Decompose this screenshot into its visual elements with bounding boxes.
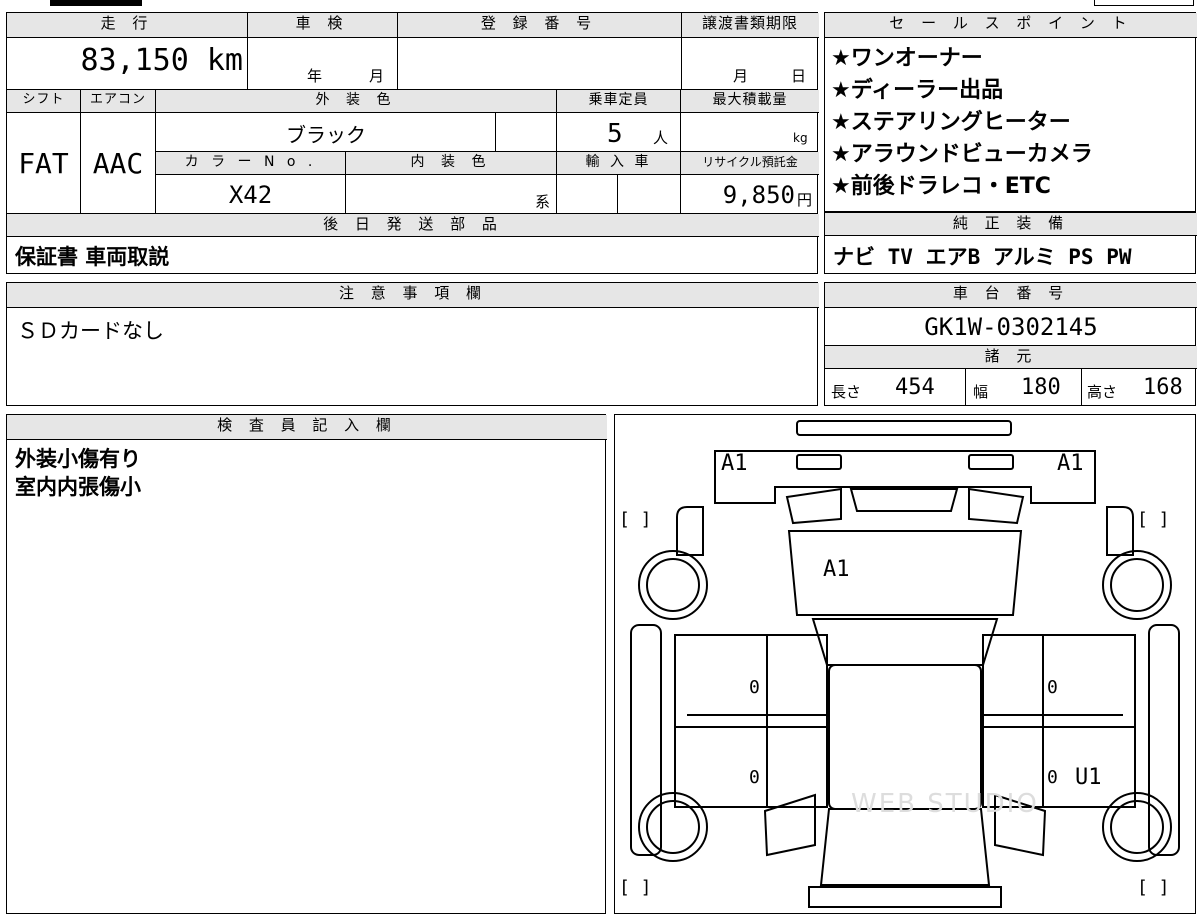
car-diagram-box: A1 A1 A1 0 0 0 0 U1 [ ] [ ] [ ] [ ] WEB … bbox=[614, 414, 1196, 914]
notes-label: 注 意 事 項 欄 bbox=[7, 283, 819, 308]
sales-label: セ ー ル ス ポ イ ン ト bbox=[825, 13, 1197, 38]
sales-point-box: セ ー ル ス ポ イ ン ト ★ワンオーナー ★ディーラー出品 ★ステアリング… bbox=[824, 12, 1197, 212]
shift-label: シフト bbox=[7, 90, 80, 113]
inspection-label: 車 検 bbox=[247, 13, 397, 38]
transfer-day: 日 bbox=[791, 67, 807, 85]
chassis-box: 車 台 番 号 GK1W-0302145 諸 元 長さ 454 幅 180 高さ… bbox=[824, 282, 1197, 406]
mark-hood: A1 bbox=[823, 557, 850, 582]
transfer-month: 月 bbox=[733, 67, 749, 85]
colorno-value: X42 bbox=[228, 181, 273, 209]
specs-label: 諸 元 bbox=[825, 346, 1197, 369]
length-label: 長さ bbox=[831, 383, 862, 401]
inspector-box: 検 査 員 記 入 欄 外装小傷有り 室内内張傷小 bbox=[6, 414, 607, 914]
sales-point-1: ★ワンオーナー bbox=[831, 46, 983, 71]
shipping-label: 後 日 発 送 部 品 bbox=[7, 214, 819, 237]
capacity-value: 5 bbox=[607, 119, 623, 149]
maxload-label: 最大積載量 bbox=[681, 90, 819, 113]
mark-right-front-door: 0 bbox=[1047, 677, 1058, 698]
interior-suffix: 系 bbox=[535, 193, 551, 211]
mark-right-rear: U1 bbox=[1075, 765, 1102, 790]
mark-front-right: A1 bbox=[1057, 451, 1084, 476]
equipment-label: 純 正 装 備 bbox=[825, 213, 1197, 236]
bracket-bottom-right: [ ] bbox=[1137, 877, 1170, 898]
mileage-value: 83,150 km bbox=[80, 43, 243, 78]
transfer-label: 譲渡書類期限 bbox=[681, 13, 819, 38]
inspection-month: 月 bbox=[369, 67, 385, 85]
sales-point-5: ★前後ドラレコ・ETC bbox=[831, 174, 1051, 199]
car-diagram bbox=[630, 420, 1180, 908]
inspection-year: 年 bbox=[307, 67, 323, 85]
width-value: 180 bbox=[1021, 375, 1061, 400]
import-label: 輸 入 車 bbox=[557, 152, 680, 175]
registration-label: 登 録 番 号 bbox=[397, 13, 681, 38]
mileage-label: 走 行 bbox=[7, 13, 247, 38]
bracket-top-right: [ ] bbox=[1137, 509, 1170, 530]
bracket-bottom-left: [ ] bbox=[619, 877, 652, 898]
mark-left-rear-door: 0 bbox=[749, 767, 760, 788]
mark-front-left: A1 bbox=[721, 451, 748, 476]
top-tab-right bbox=[1094, 0, 1194, 6]
mark-left-front-door: 0 bbox=[749, 677, 760, 698]
colorno-label: カ ラ ー N o . bbox=[156, 152, 345, 175]
watermark: WEB STUDIO bbox=[851, 789, 1039, 819]
length-value: 454 bbox=[895, 375, 935, 400]
recycle-unit: 円 bbox=[797, 191, 813, 209]
bracket-top-left: [ ] bbox=[619, 509, 652, 530]
sales-point-3: ★ステアリングヒーター bbox=[831, 110, 1071, 135]
chassis-value: GK1W-0302145 bbox=[924, 313, 1098, 341]
inspector-line-1: 外装小傷有り bbox=[15, 447, 141, 471]
inspector-label: 検 査 員 記 入 欄 bbox=[7, 415, 607, 440]
aircon-value: AAC bbox=[92, 147, 144, 180]
width-label: 幅 bbox=[973, 383, 989, 401]
exterior-label: 外 装 色 bbox=[156, 90, 556, 113]
chassis-label: 車 台 番 号 bbox=[825, 283, 1197, 308]
sales-point-4: ★アラウンドビューカメラ bbox=[831, 142, 1093, 167]
capacity-label: 乗車定員 bbox=[557, 90, 680, 113]
sales-point-2: ★ディーラー出品 bbox=[831, 78, 1004, 103]
vehicle-info-table: 走 行 車 検 登 録 番 号 譲渡書類期限 83,150 km 年 月 月 日… bbox=[6, 12, 819, 274]
mark-right-rear-door: 0 bbox=[1047, 767, 1058, 788]
equipment-value: ナビ TV エアB アルミ PS PW bbox=[833, 245, 1132, 269]
recycle-value: 9,850 bbox=[722, 181, 795, 209]
notes-box: 注 意 事 項 欄 ＳＤカードなし bbox=[6, 282, 819, 406]
capacity-unit: 人 bbox=[653, 129, 669, 147]
inspector-line-2: 室内内張傷小 bbox=[15, 475, 141, 499]
height-label: 高さ bbox=[1087, 383, 1118, 401]
recycle-label: リサイクル預託金 bbox=[681, 152, 819, 175]
exterior-value: ブラック bbox=[286, 123, 366, 147]
top-tab-dark bbox=[50, 0, 142, 6]
shipping-value: 保証書 車両取説 bbox=[15, 245, 170, 269]
aircon-label: エアコン bbox=[81, 90, 155, 113]
shift-value: FAT bbox=[18, 147, 69, 180]
maxload-unit: kg bbox=[793, 131, 808, 145]
interior-label: 内 装 色 bbox=[346, 152, 556, 175]
notes-value: ＳＤカードなし bbox=[17, 319, 164, 343]
height-value: 168 bbox=[1143, 375, 1183, 400]
equipment-box: 純 正 装 備 ナビ TV エアB アルミ PS PW bbox=[824, 212, 1197, 274]
